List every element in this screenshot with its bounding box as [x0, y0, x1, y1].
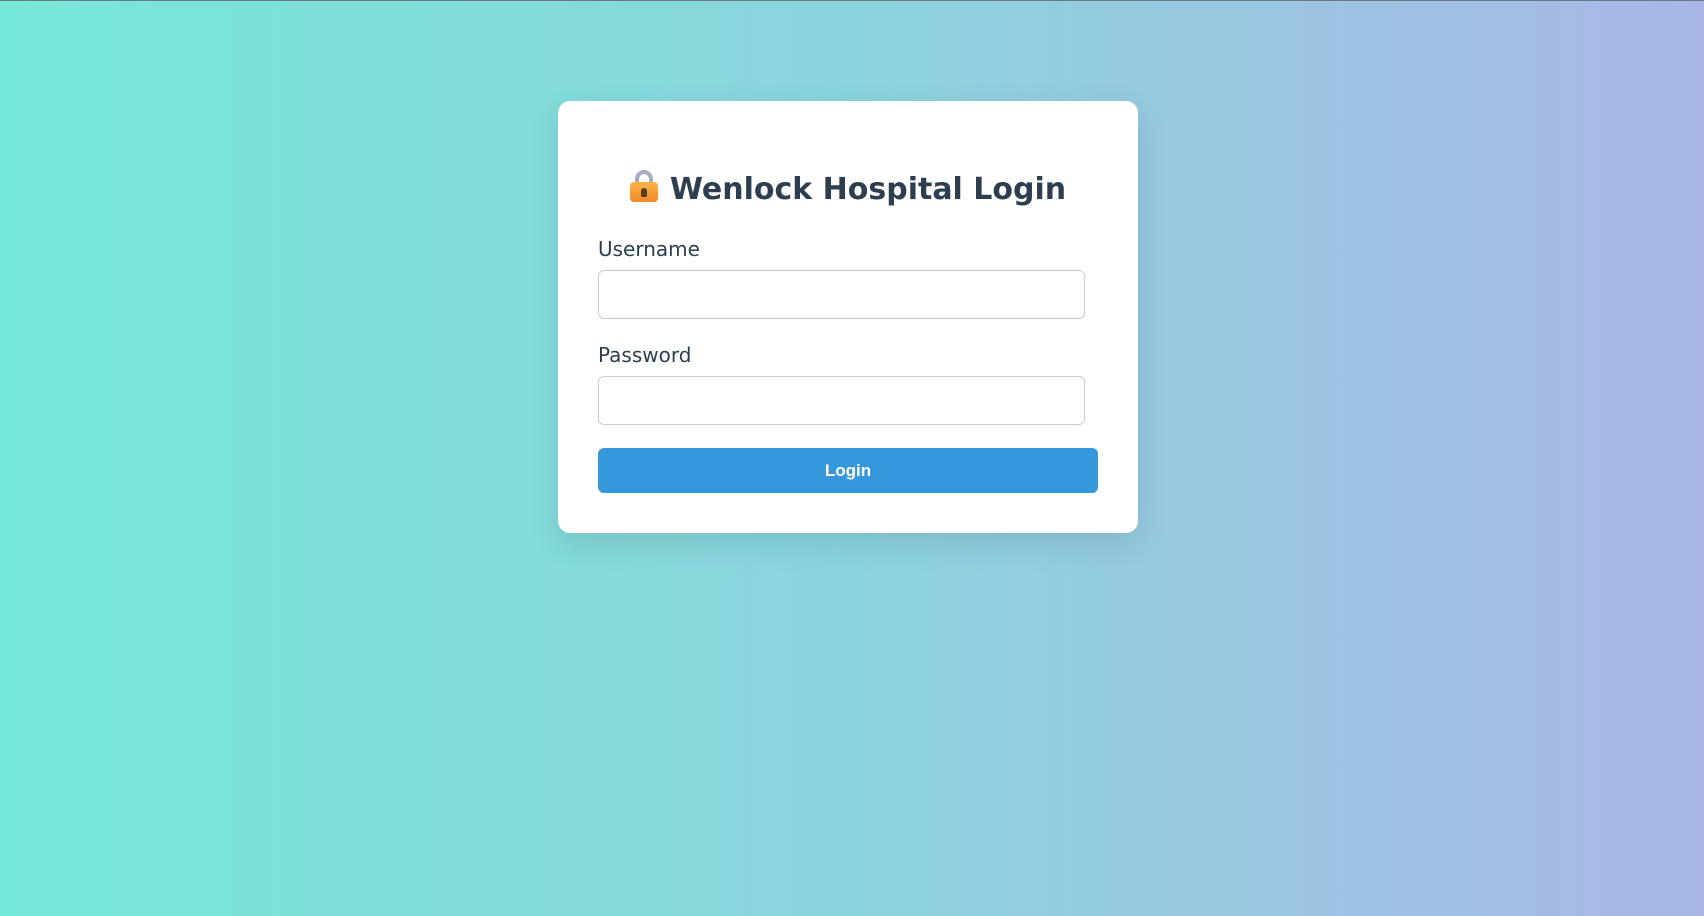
- password-input[interactable]: [598, 376, 1085, 425]
- username-label: Username: [598, 237, 700, 261]
- login-title: Wenlock Hospital Login: [558, 169, 1138, 209]
- username-input[interactable]: [598, 270, 1085, 319]
- top-border-line: [0, 0, 1704, 1]
- password-label: Password: [598, 343, 692, 367]
- lock-with-key-icon: [629, 169, 658, 203]
- login-title-text: Wenlock Hospital Login: [669, 172, 1067, 207]
- login-button[interactable]: Login: [598, 448, 1098, 493]
- login-card: Wenlock Hospital Login Username Password…: [558, 101, 1138, 533]
